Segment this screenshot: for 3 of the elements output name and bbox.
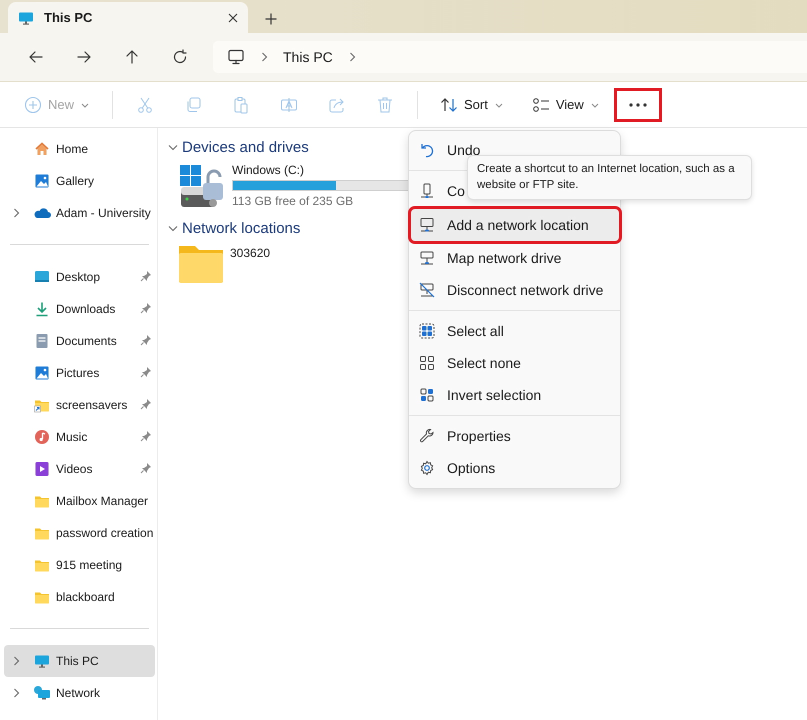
- drive-capacity: 113 GB free of 235 GB: [232, 194, 354, 208]
- tab-title: This PC: [44, 10, 94, 25]
- tooltip: Create a shortcut to an Internet location, such as a website or FTP site.: [467, 155, 752, 200]
